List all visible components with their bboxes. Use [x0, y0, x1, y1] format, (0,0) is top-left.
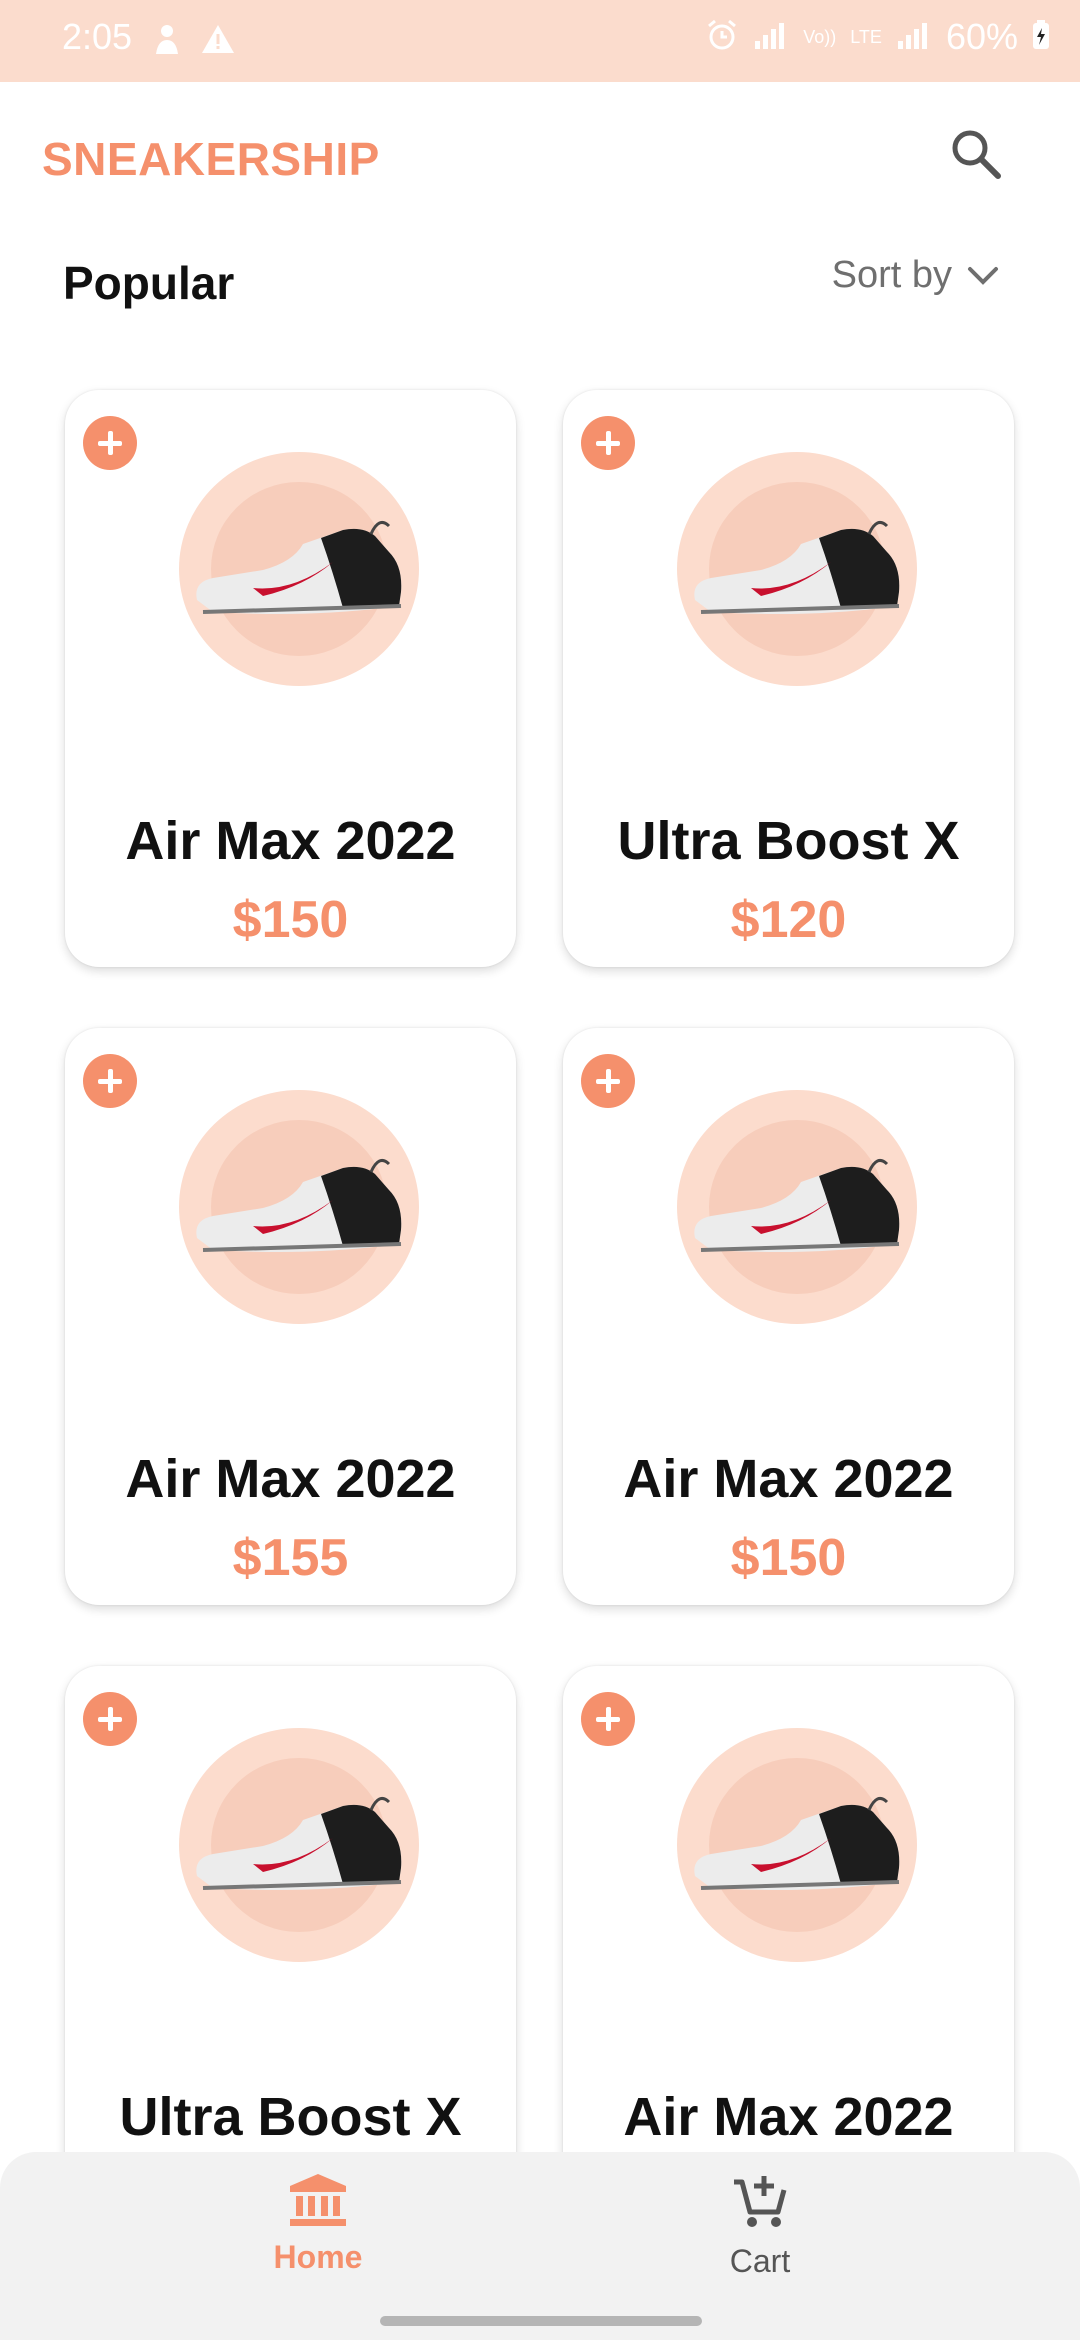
cart-icon — [734, 2176, 787, 2227]
shoe-image — [179, 1728, 419, 1962]
search-button[interactable] — [948, 126, 1004, 182]
add-to-cart-button[interactable] — [581, 1054, 635, 1108]
nav-cart-label: Cart — [729, 2243, 791, 2279]
volte-label: Vo)) — [803, 27, 837, 47]
search-icon — [952, 130, 1001, 179]
status-bar: 2:05 Vo)) LTE 60% — [0, 0, 1080, 82]
signal-icon — [753, 19, 789, 56]
add-to-cart-button[interactable] — [581, 416, 635, 470]
add-to-cart-button[interactable] — [83, 416, 137, 470]
nav-cart[interactable]: Cart — [660, 2172, 860, 2280]
nav-home-label: Home — [273, 2239, 363, 2275]
notification-icon — [152, 22, 182, 61]
product-price: $150 — [730, 1529, 847, 1587]
lte-label: LTE — [850, 27, 882, 47]
product-price: $155 — [232, 1529, 349, 1587]
shoe-image — [677, 452, 917, 686]
product-price: $150 — [232, 891, 349, 949]
status-right-icons: Vo)) LTE 60% — [705, 16, 1050, 58]
product-name: Ultra Boost X — [617, 811, 960, 871]
sort-by-label: Sort by — [831, 254, 952, 296]
home-icon — [290, 2174, 346, 2226]
shoe-image — [179, 1090, 419, 1324]
alarm-icon — [705, 18, 739, 57]
add-to-cart-button[interactable] — [581, 1692, 635, 1746]
shoe-image — [677, 1728, 917, 1962]
product-name: Ultra Boost X — [119, 2087, 462, 2147]
battery-icon — [1032, 19, 1050, 55]
product-card[interactable]: Air Max 2022 $150 — [65, 390, 516, 967]
product-name: Air Max 2022 — [125, 811, 456, 871]
status-left-icons — [152, 22, 236, 61]
product-card[interactable]: Air Max 2022 $155 — [65, 1028, 516, 1605]
signal-icon-2 — [896, 19, 932, 56]
app-title: SNEAKERSHIP — [42, 133, 380, 185]
add-to-cart-button[interactable] — [83, 1054, 137, 1108]
nav-home[interactable]: Home — [218, 2172, 418, 2276]
add-to-cart-button[interactable] — [83, 1692, 137, 1746]
product-card[interactable]: Air Max 2022 $150 — [563, 1028, 1014, 1605]
product-name: Air Max 2022 — [623, 2087, 954, 2147]
status-time: 2:05 — [62, 16, 133, 57]
section-title: Popular — [63, 257, 235, 309]
shoe-image — [677, 1090, 917, 1324]
chevron-down-icon — [968, 266, 998, 285]
battery-percent: 60% — [945, 16, 1018, 57]
product-name: Air Max 2022 — [125, 1449, 456, 1509]
sort-by-dropdown[interactable]: Sort by — [832, 254, 1000, 297]
warning-icon — [200, 23, 236, 60]
gesture-bar[interactable] — [380, 2316, 702, 2326]
shoe-image — [179, 452, 419, 686]
product-price: $120 — [730, 891, 847, 949]
product-name: Air Max 2022 — [623, 1449, 954, 1509]
bottom-nav: Home Cart — [0, 2152, 1080, 2340]
product-card[interactable]: Ultra Boost X $120 — [563, 390, 1014, 967]
